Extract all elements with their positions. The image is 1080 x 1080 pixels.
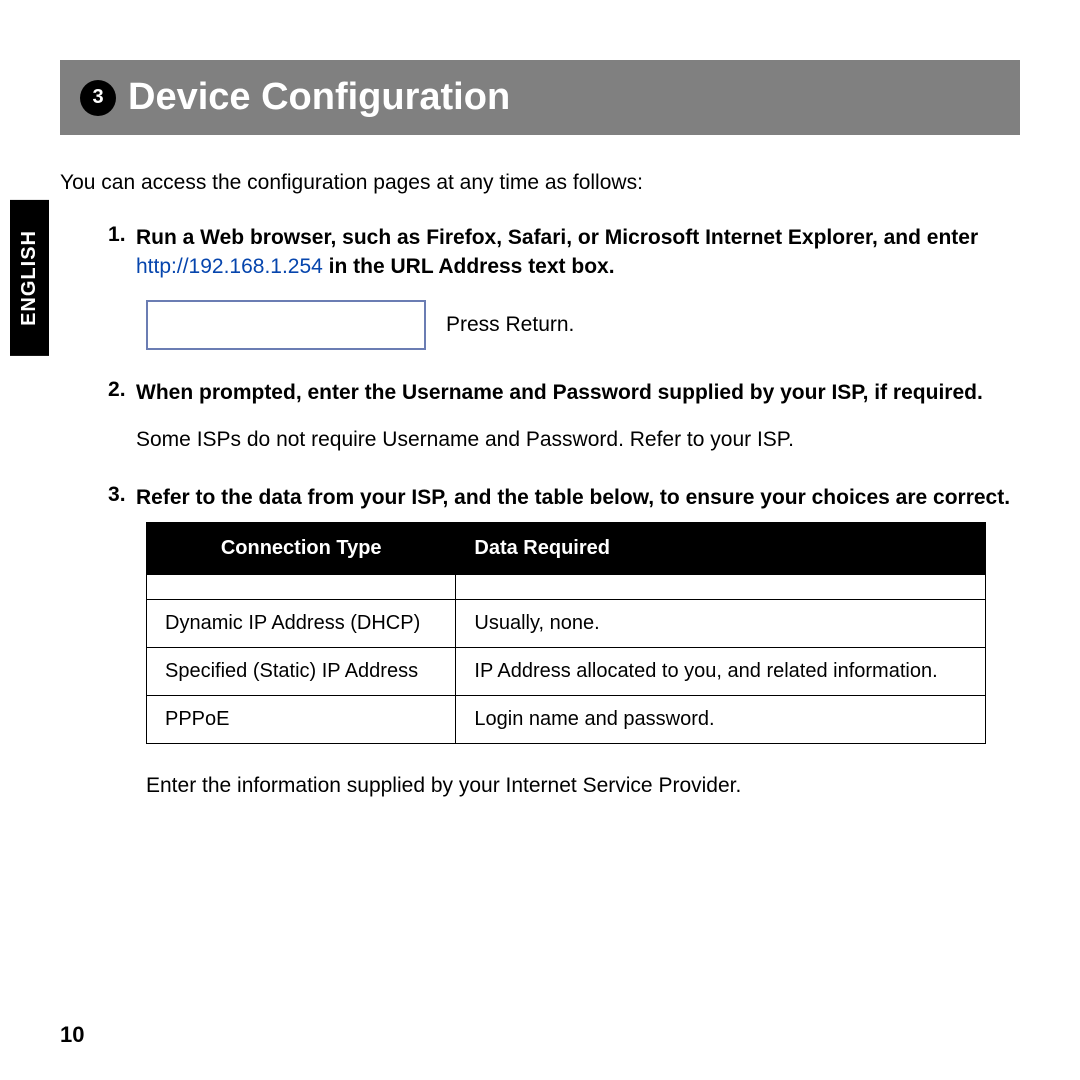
table-row: Specified (Static) IP Address IP Address… <box>147 647 986 695</box>
closing-text: Enter the information supplied by your I… <box>146 774 1020 798</box>
col-header-connection-type: Connection Type <box>147 522 456 574</box>
page-number: 10 <box>60 1022 84 1048</box>
connection-table: Connection Type Data Required Dynamic IP… <box>146 522 986 744</box>
url-address-input[interactable] <box>146 300 426 350</box>
step-2-subtext: Some ISPs do not require Username and Pa… <box>136 425 1020 454</box>
steps-list: Run a Web browser, such as Firefox, Safa… <box>108 223 1020 798</box>
cell-data-required: Usually, none. <box>456 599 986 647</box>
table-row: PPPoE Login name and password. <box>147 695 986 743</box>
cell-data-required: IP Address allocated to you, and related… <box>456 647 986 695</box>
step-number-badge: 3 <box>80 80 116 116</box>
table-row: Dynamic IP Address (DHCP) Usually, none. <box>147 599 986 647</box>
intro-text: You can access the configuration pages a… <box>60 171 1020 195</box>
col-header-data-required: Data Required <box>456 522 986 574</box>
step-3: Refer to the data from your ISP, and the… <box>108 483 1020 798</box>
cell-data-required: Login name and password. <box>456 695 986 743</box>
step-1-heading: Run a Web browser, such as Firefox, Safa… <box>136 226 978 278</box>
section-header: 3 Device Configuration <box>60 60 1020 135</box>
step-1-text-after: in the URL Address text box. <box>323 255 615 278</box>
section-title: Device Configuration <box>128 76 510 119</box>
url-input-row: Press Return. <box>146 300 1020 350</box>
step-3-heading: Refer to the data from your ISP, and the… <box>136 486 1010 509</box>
language-tab: ENGLISH <box>10 200 49 356</box>
cell-connection-type: Specified (Static) IP Address <box>147 647 456 695</box>
table-gap-row <box>147 574 986 599</box>
manual-page: 3 Device Configuration ENGLISH You can a… <box>0 0 1080 1080</box>
step-2-heading: When prompted, enter the Username and Pa… <box>136 381 983 404</box>
step-1: Run a Web browser, such as Firefox, Safa… <box>108 223 1020 350</box>
table-header-row: Connection Type Data Required <box>147 522 986 574</box>
step-1-text-before: Run a Web browser, such as Firefox, Safa… <box>136 226 978 249</box>
content-block: Run a Web browser, such as Firefox, Safa… <box>60 223 1020 798</box>
press-return-label: Press Return. <box>446 313 574 337</box>
step-2: When prompted, enter the Username and Pa… <box>108 378 1020 455</box>
cell-connection-type: Dynamic IP Address (DHCP) <box>147 599 456 647</box>
config-url-link[interactable]: http://192.168.1.254 <box>136 255 323 278</box>
cell-connection-type: PPPoE <box>147 695 456 743</box>
